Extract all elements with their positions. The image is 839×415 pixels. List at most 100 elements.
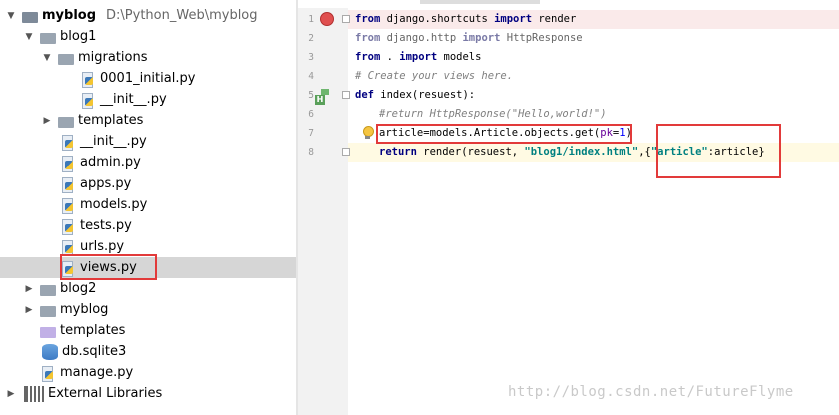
tree-item-manage[interactable]: manage.py xyxy=(0,362,296,383)
project-tree[interactable]: ▼ myblog D:\Python_Web\myblog ▼ blog1 ▼ … xyxy=(0,0,296,415)
python-file-icon xyxy=(80,92,96,109)
keyword: import xyxy=(399,51,438,63)
database-icon xyxy=(42,343,58,360)
tree-item-label: myblog xyxy=(60,302,109,317)
tree-item-migrations[interactable]: ▼ migrations xyxy=(0,47,296,68)
code-line-6[interactable]: #return HttpResponse("Hello,world!") xyxy=(379,105,607,124)
code-text: render xyxy=(532,13,577,25)
chevron-right-icon[interactable]: ▶ xyxy=(24,284,34,294)
chevron-right-icon[interactable]: ▶ xyxy=(24,305,34,315)
keyword: from xyxy=(355,32,381,44)
tree-item-label: templates xyxy=(60,323,126,338)
tree-item-blog1[interactable]: ▼ blog1 xyxy=(0,26,296,47)
keyword: import xyxy=(462,32,501,44)
tree-item-label: templates xyxy=(78,113,144,128)
folder-icon xyxy=(22,11,38,23)
ide-window: ▼ myblog D:\Python_Web\myblog ▼ blog1 ▼ … xyxy=(0,0,839,415)
chevron-down-icon[interactable]: ▼ xyxy=(24,32,34,42)
folder-icon xyxy=(40,305,56,317)
python-file-icon xyxy=(60,134,76,151)
code-line-4[interactable]: # Create your views here. xyxy=(355,67,513,86)
folder-icon xyxy=(40,284,56,296)
tree-item-0001-initial[interactable]: 0001_initial.py xyxy=(0,68,296,89)
tree-item-label: migrations xyxy=(78,50,148,65)
tree-item-label: admin.py xyxy=(80,155,141,170)
tree-item-label: __init__.py xyxy=(100,92,167,107)
folder-icon xyxy=(58,53,74,65)
tree-item-myblog-pkg[interactable]: ▶ myblog xyxy=(0,299,296,320)
tree-item-label: External Libraries xyxy=(48,386,163,401)
fold-marker-icon[interactable] xyxy=(342,15,350,23)
breakpoint-icon[interactable] xyxy=(320,12,334,26)
code-text: render(resuest, xyxy=(416,146,525,158)
python-file-icon xyxy=(60,176,76,193)
tree-item-blog1-templates[interactable]: ▶ templates xyxy=(0,110,296,131)
code-text: models xyxy=(437,51,482,63)
tree-item-label: db.sqlite3 xyxy=(62,344,127,359)
line-number: 5 xyxy=(308,90,314,101)
lightbulb-icon[interactable] xyxy=(362,126,374,140)
annotation-box-views xyxy=(60,254,157,280)
code-line-2[interactable]: from django.http import HttpResponse xyxy=(355,29,583,48)
code-text: django.shortcuts xyxy=(380,13,495,25)
keyword: def xyxy=(355,89,374,101)
line-number: 6 xyxy=(308,109,314,120)
python-file-icon xyxy=(40,365,56,382)
tree-item-label: 0001_initial.py xyxy=(100,71,196,86)
chevron-right-icon[interactable]: ▶ xyxy=(6,389,16,399)
chevron-right-icon[interactable]: ▶ xyxy=(42,116,52,126)
tree-item-label: manage.py xyxy=(60,365,134,380)
tree-item-external-libraries[interactable]: ▶ External Libraries xyxy=(0,383,296,404)
code-text: . xyxy=(380,51,400,63)
string-literal: "blog1/index.html" xyxy=(524,146,639,158)
templates-folder-icon xyxy=(40,326,56,338)
keyword: return xyxy=(379,146,417,158)
tree-item-apps[interactable]: apps.py xyxy=(0,173,296,194)
python-file-icon xyxy=(60,218,76,235)
annotation-box-context-dict xyxy=(656,124,781,178)
tree-item-templates[interactable]: templates xyxy=(0,320,296,341)
code-text: index(resuest): xyxy=(373,89,476,101)
keyword: import xyxy=(494,13,533,25)
python-file-icon xyxy=(60,155,76,172)
code-line-1[interactable]: from django.shortcuts import render xyxy=(355,10,576,29)
line-number: 1 xyxy=(308,14,314,25)
keyword: from xyxy=(355,51,381,63)
annotation-box-article-line xyxy=(376,124,632,144)
python-file-icon xyxy=(80,71,96,88)
root-name: myblog xyxy=(42,8,97,23)
code-line-3[interactable]: from . import models xyxy=(355,48,481,67)
tree-item-admin[interactable]: admin.py xyxy=(0,152,296,173)
chevron-down-icon[interactable]: ▼ xyxy=(6,11,16,21)
tree-item-label: models.py xyxy=(80,197,148,212)
tree-item-blog1-init[interactable]: __init__.py xyxy=(0,131,296,152)
code-line-5[interactable]: def index(resuest): xyxy=(355,86,475,105)
code-text: django.http xyxy=(380,32,463,44)
watermark-text: http://blog.csdn.net/FutureFlyme xyxy=(508,384,794,400)
tree-root-myblog[interactable]: ▼ myblog D:\Python_Web\myblog xyxy=(0,5,296,26)
libraries-icon xyxy=(24,385,44,402)
line-number: 4 xyxy=(308,71,314,82)
tree-item-models[interactable]: models.py xyxy=(0,194,296,215)
fold-marker-icon[interactable] xyxy=(342,148,350,156)
tree-item-migrations-init[interactable]: __init__.py xyxy=(0,89,296,110)
code-text: HttpResponse xyxy=(500,32,583,44)
fold-marker-icon[interactable] xyxy=(342,91,350,99)
root-path: D:\Python_Web\myblog xyxy=(106,8,258,23)
editor-tab[interactable] xyxy=(420,0,540,4)
tree-item-label: urls.py xyxy=(80,239,125,254)
tree-item-tests[interactable]: tests.py xyxy=(0,215,296,236)
python-file-icon xyxy=(60,239,76,256)
tree-item-db-sqlite3[interactable]: db.sqlite3 xyxy=(0,341,296,362)
tree-item-label: apps.py xyxy=(80,176,132,191)
line-number: 2 xyxy=(308,33,314,44)
line-number: 8 xyxy=(308,147,314,158)
override-marker-icon[interactable]: H xyxy=(315,89,333,105)
folder-icon xyxy=(40,32,56,44)
chevron-down-icon[interactable]: ▼ xyxy=(42,53,52,63)
line-number: 3 xyxy=(308,52,314,63)
tree-item-blog2[interactable]: ▶ blog2 xyxy=(0,278,296,299)
tree-item-label: tests.py xyxy=(80,218,132,233)
line-number: 7 xyxy=(308,128,314,139)
keyword: from xyxy=(355,13,381,25)
